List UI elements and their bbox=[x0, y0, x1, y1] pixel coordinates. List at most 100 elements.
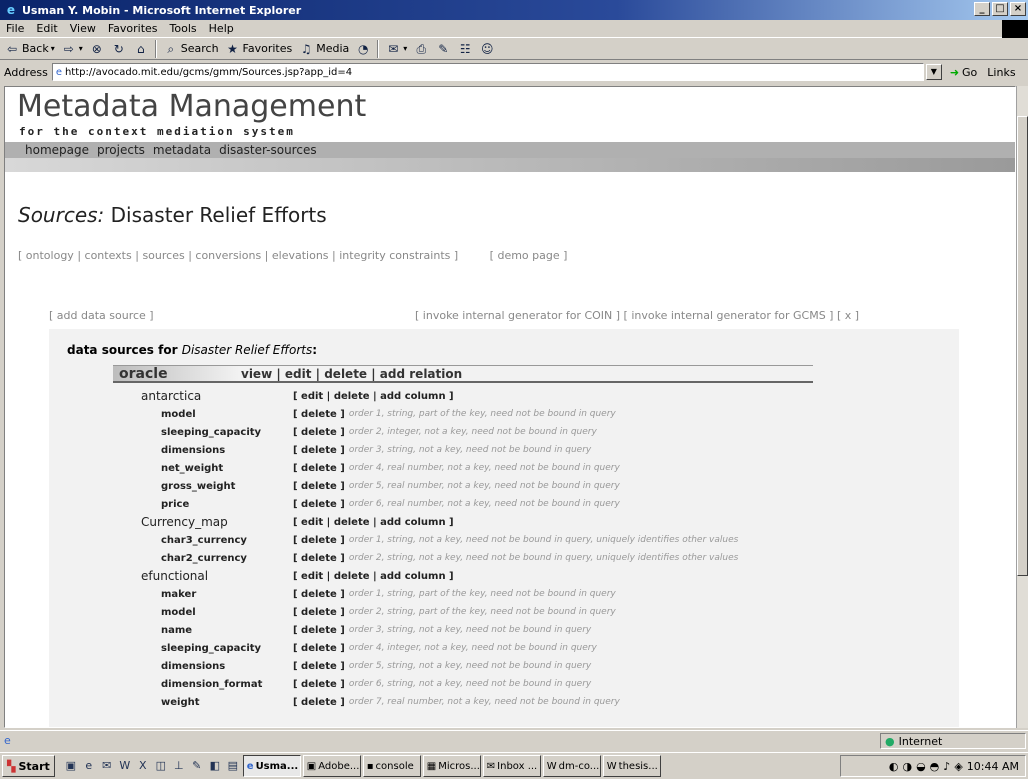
tray-icon[interactable]: ◒ bbox=[916, 760, 926, 773]
excel-icon[interactable]: X bbox=[135, 758, 151, 774]
task-micros[interactable]: ▦ Micros... bbox=[422, 755, 481, 777]
tray-icon[interactable]: ♪ bbox=[943, 760, 950, 773]
link-integrity-constraints[interactable]: integrity constraints bbox=[339, 249, 450, 262]
outlook-icon[interactable]: ✉ bbox=[99, 758, 115, 774]
ie-quicklaunch-icon[interactable]: e bbox=[81, 758, 97, 774]
delete-column-link[interactable]: [ delete ] bbox=[293, 697, 345, 708]
delete-column-link[interactable]: [ delete ] bbox=[293, 625, 345, 636]
app-icon[interactable]: ◧ bbox=[207, 758, 223, 774]
refresh-icon: ↻ bbox=[113, 41, 124, 56]
address-input[interactable]: e http://avocado.mit.edu/gcms/gmm/Source… bbox=[51, 63, 924, 81]
column-description: order 5, real number, not a key, need no… bbox=[348, 481, 620, 491]
desktop-icon[interactable]: ▣ bbox=[63, 758, 79, 774]
go-button[interactable]: ➜ Go bbox=[950, 66, 977, 79]
app-icon[interactable]: ✎ bbox=[189, 758, 205, 774]
mail-button[interactable]: ✉ ▾ bbox=[385, 41, 407, 57]
delete-column-link[interactable]: [ delete ] bbox=[293, 499, 345, 510]
delete-column-link[interactable]: [ delete ] bbox=[293, 643, 345, 654]
table-name: efunctional bbox=[141, 569, 209, 583]
print-button[interactable]: ⎙ bbox=[413, 41, 429, 57]
scrollbar-thumb[interactable] bbox=[1017, 116, 1028, 576]
favorites-button[interactable]: ★ Favorites bbox=[225, 41, 292, 57]
discuss-button[interactable]: ☷ bbox=[457, 41, 473, 57]
messenger-button[interactable]: ☺ bbox=[479, 41, 495, 57]
forward-arrow-icon: ⇨ bbox=[63, 41, 74, 56]
tray-icon[interactable]: ◑ bbox=[902, 760, 912, 773]
tray-icon[interactable]: ◓ bbox=[930, 760, 940, 773]
vertical-scrollbar[interactable] bbox=[1016, 86, 1028, 728]
link-ontology[interactable]: ontology bbox=[26, 249, 74, 262]
page-title: Sources: Disaster Relief Efforts bbox=[18, 203, 327, 227]
link-sources[interactable]: sources bbox=[142, 249, 184, 262]
media-button[interactable]: ♫ Media bbox=[298, 41, 349, 57]
delete-column-link[interactable]: [ delete ] bbox=[293, 607, 345, 618]
delete-column-link[interactable]: [ delete ] bbox=[293, 427, 345, 438]
clock[interactable]: 10:44 AM bbox=[967, 760, 1019, 773]
link-demo-page[interactable]: demo page bbox=[497, 249, 559, 262]
task-usman[interactable]: e Usma... bbox=[242, 755, 301, 777]
column-description: order 2, string, not a key, need not be … bbox=[348, 553, 739, 563]
tray-icon[interactable]: ◐ bbox=[889, 760, 899, 773]
print-icon: ⎙ bbox=[416, 41, 427, 56]
app-icon[interactable]: ▤ bbox=[225, 758, 241, 774]
app-icon[interactable]: ⊥ bbox=[171, 758, 187, 774]
ie-icon: e bbox=[6, 3, 16, 17]
stop-button[interactable]: ⊗ bbox=[89, 41, 105, 57]
link-elevations[interactable]: elevations bbox=[272, 249, 329, 262]
task-thesis[interactable]: Wthesis... bbox=[602, 755, 661, 777]
delete-column-link[interactable]: [ delete ] bbox=[293, 535, 345, 546]
table-actions[interactable]: [ edit | delete | add column ] bbox=[293, 391, 454, 402]
menu-edit[interactable]: Edit bbox=[36, 22, 57, 35]
back-button[interactable]: ⇦ Back ▾ bbox=[4, 41, 55, 57]
link-add-data-source[interactable]: add data source bbox=[57, 309, 146, 322]
delete-column-link[interactable]: [ delete ] bbox=[293, 409, 345, 420]
task-adobe[interactable]: ▣ Adobe... bbox=[302, 755, 361, 777]
delete-column-link[interactable]: [ delete ] bbox=[293, 679, 345, 690]
console-icon: ▪ bbox=[366, 760, 374, 772]
app-icon[interactable]: ◫ bbox=[153, 758, 169, 774]
link-invoke-gcms[interactable]: invoke internal generator for GCMS bbox=[631, 309, 825, 322]
task-inbox[interactable]: ✉ Inbox ... bbox=[482, 755, 541, 777]
menu-tools[interactable]: Tools bbox=[170, 22, 197, 35]
link-invoke-coin[interactable]: invoke internal generator for COIN bbox=[423, 309, 612, 322]
home-button[interactable]: ⌂ bbox=[133, 41, 149, 57]
task-console[interactable]: ▪ console bbox=[362, 755, 421, 777]
menu-view[interactable]: View bbox=[70, 22, 96, 35]
history-button[interactable]: ◔ bbox=[355, 41, 371, 57]
menu-file[interactable]: File bbox=[6, 22, 24, 35]
tray-icon[interactable]: ◈ bbox=[954, 760, 962, 773]
word-icon[interactable]: W bbox=[117, 758, 133, 774]
maximize-button[interactable]: □ bbox=[992, 2, 1008, 16]
forward-button[interactable]: ⇨ ▾ bbox=[61, 41, 83, 57]
delete-column-link[interactable]: [ delete ] bbox=[293, 589, 345, 600]
link-x[interactable]: x bbox=[845, 309, 852, 322]
search-button[interactable]: ⌕ Search bbox=[163, 41, 218, 57]
link-conversions[interactable]: conversions bbox=[195, 249, 261, 262]
minimize-button[interactable]: _ bbox=[974, 2, 990, 16]
delete-column-link[interactable]: [ delete ] bbox=[293, 661, 345, 672]
status-bar: e ● Internet bbox=[0, 730, 1028, 750]
source-actions[interactable]: view | edit | delete | add relation bbox=[241, 367, 462, 381]
menu-help[interactable]: Help bbox=[209, 22, 234, 35]
edit-page-button[interactable]: ✎ bbox=[435, 41, 451, 57]
address-dropdown-button[interactable]: ▼ bbox=[925, 64, 942, 80]
start-button[interactable]: ▚ Start bbox=[2, 755, 55, 777]
table-actions[interactable]: [ edit | delete | add column ] bbox=[293, 517, 454, 528]
delete-column-link[interactable]: [ delete ] bbox=[293, 553, 345, 564]
nav-metadata[interactable]: metadata bbox=[153, 143, 211, 157]
links-button[interactable]: Links bbox=[987, 66, 1015, 79]
link-contexts[interactable]: contexts bbox=[85, 249, 132, 262]
nav-projects[interactable]: projects bbox=[97, 143, 145, 157]
table-actions[interactable]: [ edit | delete | add column ] bbox=[293, 571, 454, 582]
delete-column-link[interactable]: [ delete ] bbox=[293, 481, 345, 492]
delete-column-link[interactable]: [ delete ] bbox=[293, 445, 345, 456]
delete-column-link[interactable]: [ delete ] bbox=[293, 463, 345, 474]
refresh-button[interactable]: ↻ bbox=[111, 41, 127, 57]
nav-disaster-sources[interactable]: disaster-sources bbox=[219, 143, 317, 157]
menu-favorites[interactable]: Favorites bbox=[108, 22, 158, 35]
nav-homepage[interactable]: homepage bbox=[25, 143, 89, 157]
task-dm-co[interactable]: Wdm-co... bbox=[542, 755, 601, 777]
close-button[interactable]: × bbox=[1010, 2, 1026, 16]
column-description: order 1, string, part of the key, need n… bbox=[348, 589, 616, 599]
site-logo[interactable]: Metadata Management bbox=[17, 89, 366, 124]
